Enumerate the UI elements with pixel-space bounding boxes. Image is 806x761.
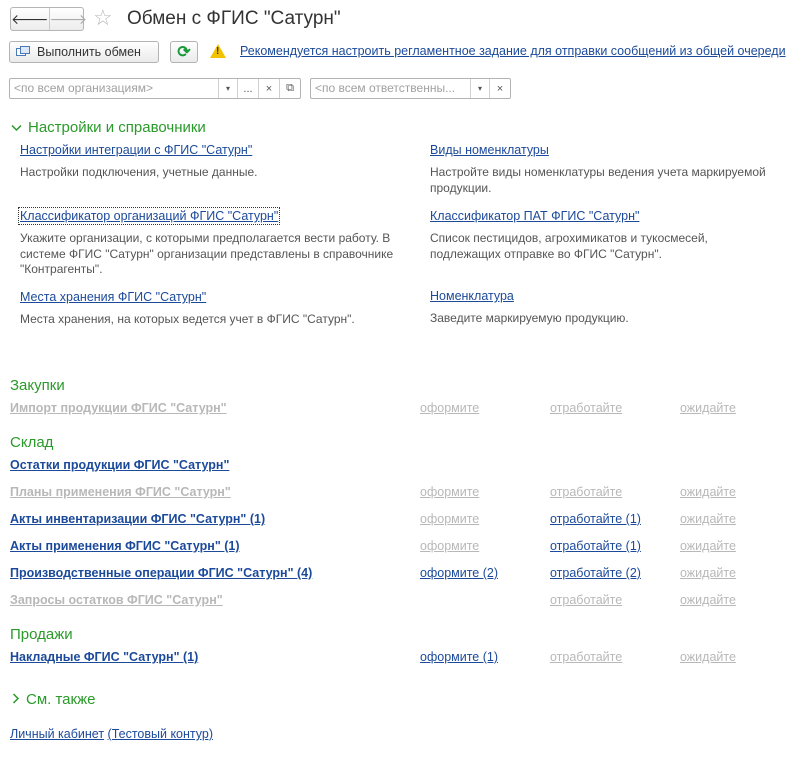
nomenclature-link[interactable]: Номенклатура <box>430 289 514 303</box>
settings-group-title: Настройки и справочники <box>28 119 206 136</box>
organization-select-button[interactable]: ... <box>237 79 258 98</box>
storage-places-desc: Места хранения, на которых ведется учет … <box>20 312 355 326</box>
arrow-right-icon: 🡒 <box>49 10 88 27</box>
production-operations-process[interactable]: отработайте (2) <box>550 566 641 580</box>
integration-settings-link[interactable]: Настройки интеграции с ФГИС "Сатурн" <box>20 143 252 157</box>
forward-button[interactable]: 🡒 <box>48 8 88 30</box>
storage-places-link[interactable]: Места хранения ФГИС "Сатурн" <box>20 290 206 304</box>
product-balances-label[interactable]: Остатки продукции ФГИС "Сатурн" <box>10 458 229 472</box>
footer-links: Личный кабинет (Тестовый контур) <box>10 727 213 741</box>
refresh-icon: ⟳ <box>177 44 191 61</box>
back-button[interactable]: 🡐 <box>11 8 49 30</box>
responsible-filter-input[interactable]: <по всем ответственны... <box>311 79 470 98</box>
balance-requests-process[interactable]: отработайте <box>550 593 622 607</box>
application-plans-register[interactable]: оформите <box>420 485 479 499</box>
pat-classifier-desc: Список пестицидов, агрохимикатов и тукос… <box>430 231 708 261</box>
warning-link[interactable]: Рекомендуется настроить регламентное зад… <box>240 44 786 58</box>
organization-clear-icon[interactable]: × <box>258 79 279 98</box>
inventory-acts-register[interactable]: оформите <box>420 512 479 526</box>
settings-group-header[interactable]: Настройки и справочники <box>11 119 206 137</box>
personal-cabinet-link[interactable]: Личный кабинет <box>10 727 104 741</box>
see-also-header[interactable]: См. также <box>12 691 95 709</box>
inventory-acts-wait[interactable]: ожидайте <box>680 512 736 526</box>
nomenclature-types-desc: Настройте виды номенклатуры ведения учет… <box>430 165 766 195</box>
application-acts-label[interactable]: Акты применения ФГИС "Сатурн" (1) <box>10 539 240 553</box>
balance-requests-label[interactable]: Запросы остатков ФГИС "Сатурн" <box>10 593 223 607</box>
production-operations-register[interactable]: оформите (2) <box>420 566 498 580</box>
application-plans-wait[interactable]: ожидайте <box>680 485 736 499</box>
application-plans-label[interactable]: Планы применения ФГИС "Сатурн" <box>10 485 231 499</box>
organization-open-icon[interactable]: ⧉ <box>279 79 300 98</box>
balance-requests-wait[interactable]: ожидайте <box>680 593 736 607</box>
warehouse-header: Склад <box>10 434 54 451</box>
waybills-wait[interactable]: ожидайте <box>680 650 736 664</box>
import-products-register[interactable]: оформите <box>420 401 479 415</box>
application-plans-process[interactable]: отработайте <box>550 485 622 499</box>
application-acts-process[interactable]: отработайте (1) <box>550 539 641 553</box>
application-acts-wait[interactable]: ожидайте <box>680 539 736 553</box>
organization-filter-input[interactable]: <по всем организациям> <box>10 79 218 98</box>
waybills-label[interactable]: Накладные ФГИС "Сатурн" (1) <box>10 650 198 664</box>
import-products-label[interactable]: Импорт продукции ФГИС "Сатурн" <box>10 401 227 415</box>
execute-exchange-label: Выполнить обмен <box>37 45 141 59</box>
warning-icon: ! <box>210 44 226 58</box>
exchange-icon <box>16 46 30 58</box>
chevron-down-icon <box>11 119 22 137</box>
inventory-acts-process[interactable]: отработайте (1) <box>550 512 641 526</box>
test-contour-link[interactable]: (Тестовый контур) <box>108 727 213 741</box>
nomenclature-desc: Заведите маркируемую продукцию. <box>430 311 629 325</box>
production-operations-label[interactable]: Производственные операции ФГИС "Сатурн" … <box>10 566 312 580</box>
execute-exchange-button[interactable]: Выполнить обмен <box>9 41 159 63</box>
nomenclature-types-link[interactable]: Виды номенклатуры <box>430 143 549 157</box>
pat-classifier-link[interactable]: Классификатор ПАТ ФГИС "Сатурн" <box>430 209 639 223</box>
organizations-classifier-link[interactable]: Классификатор организаций ФГИС "Сатурн" <box>17 207 281 225</box>
see-also-title: См. также <box>26 691 96 708</box>
import-products-wait[interactable]: ожидайте <box>680 401 736 415</box>
sales-header: Продажи <box>10 626 73 643</box>
responsible-filter[interactable]: <по всем ответственны... ▾ × <box>310 78 511 99</box>
organizations-classifier-desc: Укажите организации, с которыми предпола… <box>20 231 394 276</box>
organization-dropdown-icon[interactable]: ▾ <box>218 79 237 98</box>
organization-filter[interactable]: <по всем организациям> ▾ ... × ⧉ <box>9 78 301 99</box>
page-title: Обмен с ФГИС "Сатурн" <box>127 8 341 29</box>
arrow-left-icon: 🡐 <box>11 10 49 27</box>
navigation-buttons: 🡐 🡒 <box>10 7 87 31</box>
responsible-clear-icon[interactable]: × <box>489 79 510 98</box>
import-products-process[interactable]: отработайте <box>550 401 622 415</box>
inventory-acts-label[interactable]: Акты инвентаризации ФГИС "Сатурн" (1) <box>10 512 265 526</box>
refresh-button[interactable]: ⟳ <box>170 41 198 63</box>
responsible-dropdown-icon[interactable]: ▾ <box>470 79 489 98</box>
waybills-register[interactable]: оформите (1) <box>420 650 498 664</box>
chevron-right-icon <box>12 691 20 709</box>
application-acts-register[interactable]: оформите <box>420 539 479 553</box>
production-operations-wait[interactable]: ожидайте <box>680 566 736 580</box>
favorite-star-icon[interactable]: ☆ <box>93 6 113 30</box>
integration-settings-desc: Настройки подключения, учетные данные. <box>20 165 258 179</box>
waybills-process[interactable]: отработайте <box>550 650 622 664</box>
purchases-header: Закупки <box>10 377 65 394</box>
